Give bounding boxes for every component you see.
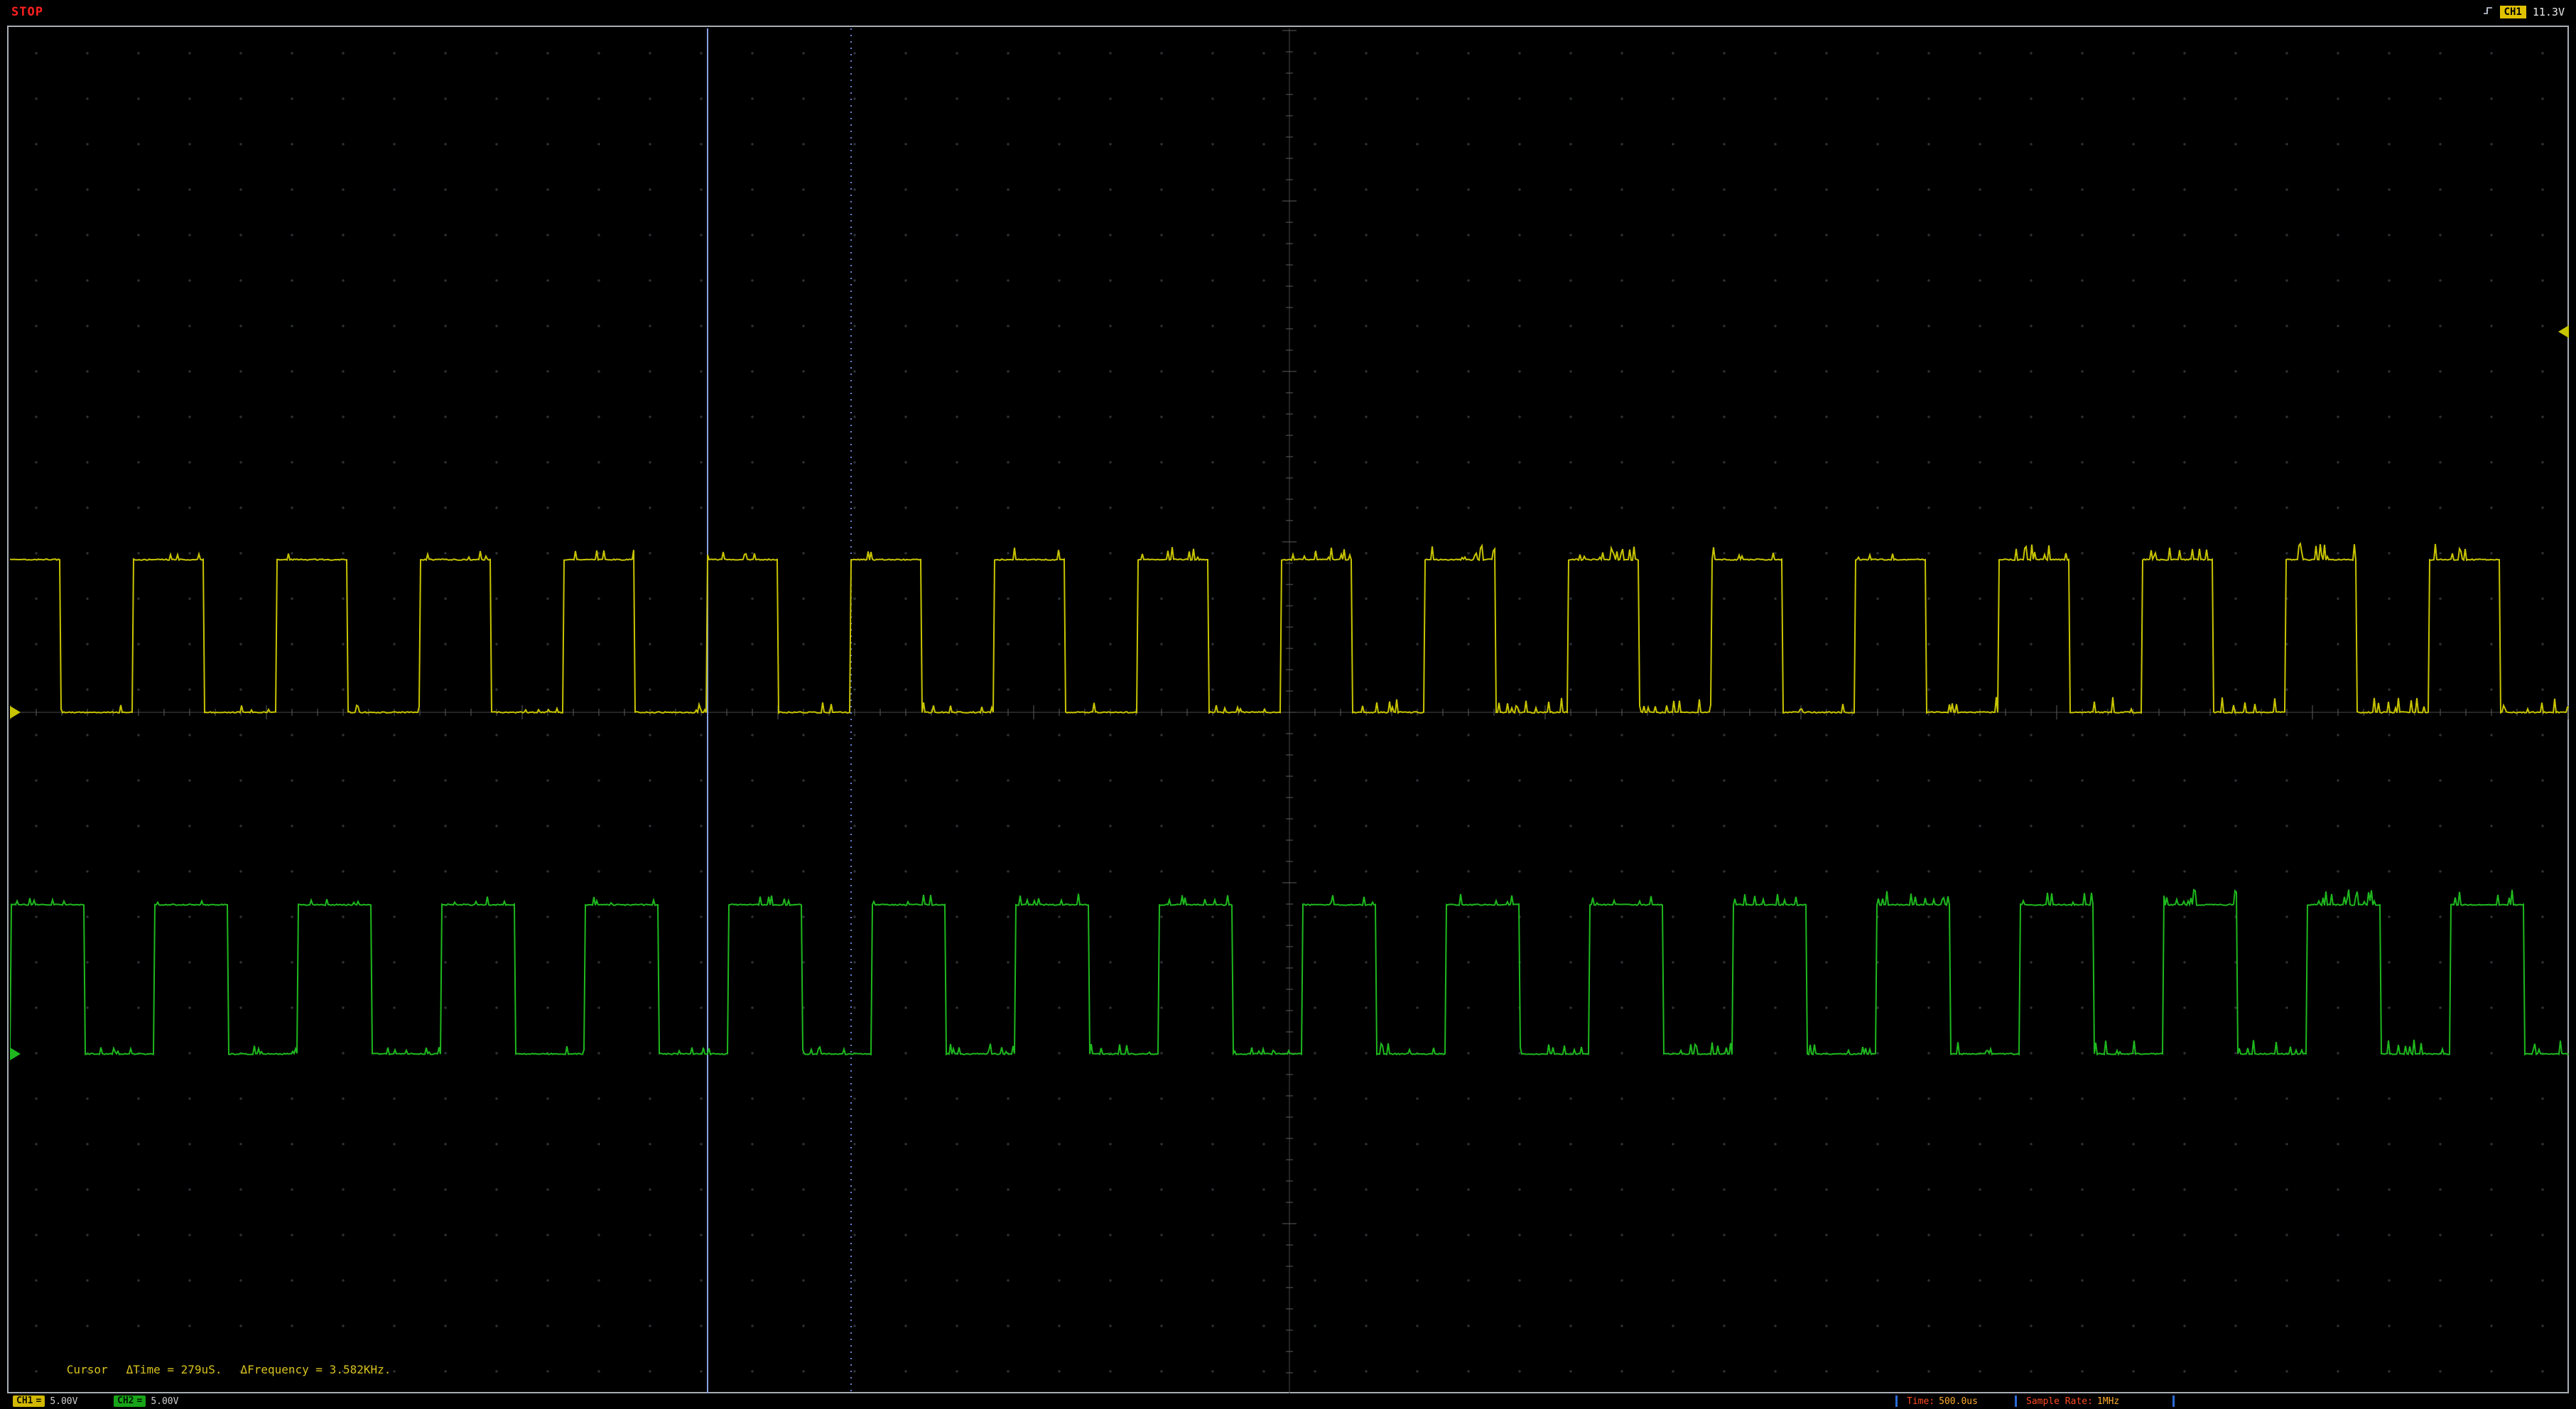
ch1-badge[interactable]: CH1 =	[13, 1396, 45, 1407]
timebase-label: Time:	[1907, 1396, 1934, 1407]
status-bar: CH1 = 5.00V CH2 = 5.00V Time: 500.0us Sa…	[0, 1393, 2576, 1409]
statusbar-separator	[1895, 1396, 1898, 1407]
ch1-ground-marker[interactable]	[10, 706, 21, 719]
sample-rate-label: Sample Rate:	[2026, 1396, 2093, 1407]
trigger-info: CH1 11.3V	[2482, 5, 2565, 19]
trigger-edge-icon	[2482, 5, 2494, 19]
ch2-coupling-icon: =	[136, 1396, 142, 1407]
statusbar-separator	[2172, 1396, 2175, 1407]
trigger-source-badge[interactable]: CH1	[2500, 6, 2526, 18]
ch2-badge[interactable]: CH2 =	[114, 1396, 146, 1407]
ch1-settings[interactable]: CH1 = 5.00V	[13, 1395, 77, 1408]
acquisition-status[interactable]: STOP	[11, 5, 43, 19]
trigger-level-value: 11.3V	[2533, 6, 2565, 18]
ch1-coupling-icon: =	[36, 1396, 41, 1407]
sample-rate-value: 1MHz	[2097, 1396, 2119, 1407]
oscilloscope-app: STOP CH1 11.3V Cursor ΔTime = 279uS. ΔFreq…	[0, 0, 2576, 1409]
cursor-delta-frequency: ΔFrequency = 3.582KHz.	[240, 1363, 391, 1376]
statusbar-separator	[2015, 1396, 2017, 1407]
cursor-readout: Cursor ΔTime = 279uS. ΔFrequency = 3.582KH…	[26, 1349, 409, 1390]
ch2-ground-marker[interactable]	[10, 1048, 21, 1060]
ch2-badge-label: CH2	[117, 1396, 134, 1407]
ch2-volts-per-div: 5.00V	[151, 1396, 178, 1407]
cursor-readout-label: Cursor	[67, 1363, 108, 1376]
ch1-badge-label: CH1	[16, 1396, 33, 1407]
timebase-value: 500.0us	[1939, 1396, 1978, 1407]
waveform-display[interactable]: Cursor ΔTime = 279uS. ΔFrequency = 3.582KH…	[7, 26, 2569, 1393]
sample-rate-setting: Sample Rate: 1MHz	[2026, 1395, 2119, 1408]
ch2-settings[interactable]: CH2 = 5.00V	[114, 1395, 178, 1408]
cursor-delta-time: ΔTime = 279uS.	[126, 1363, 222, 1376]
top-bar: STOP CH1 11.3V	[0, 0, 2576, 24]
ch1-volts-per-div: 5.00V	[50, 1396, 77, 1407]
timebase-setting[interactable]: Time: 500.0us	[1907, 1395, 1978, 1408]
scope-graticule-and-traces	[10, 28, 2569, 1393]
trigger-level-marker[interactable]	[2558, 325, 2569, 338]
